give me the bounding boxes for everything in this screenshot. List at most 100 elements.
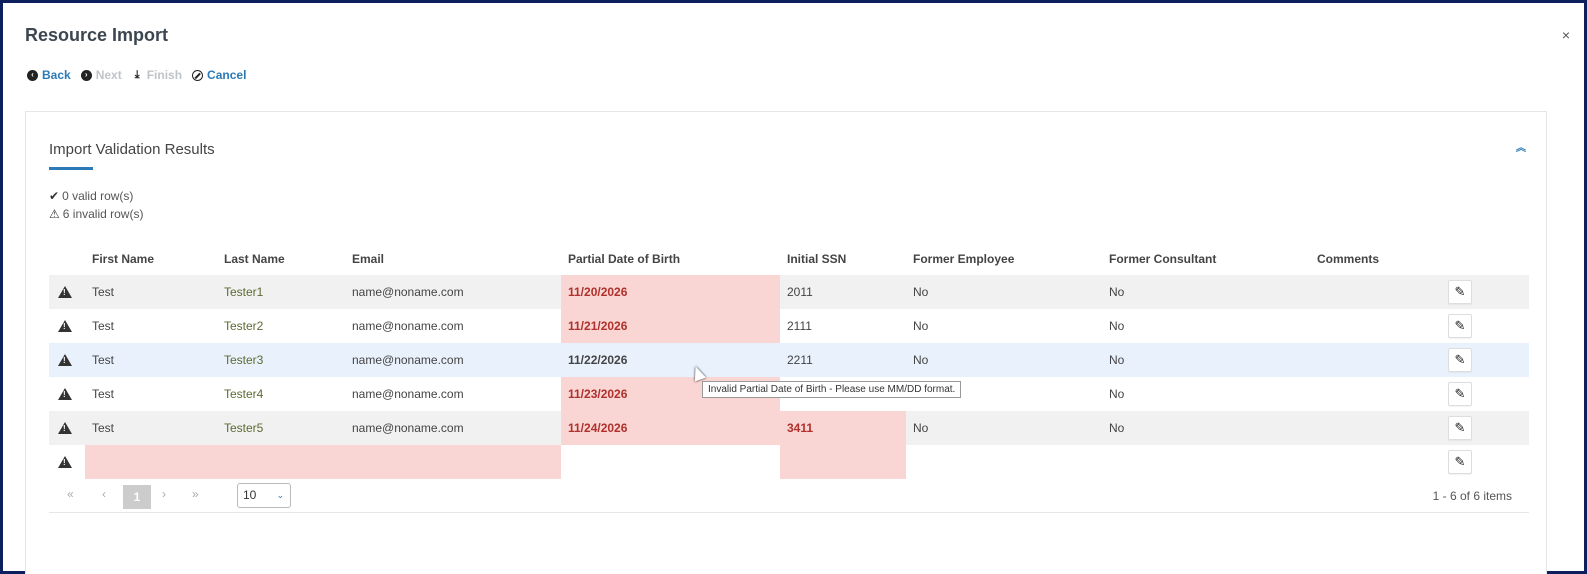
edit-row-button[interactable]: ✎ [1448, 416, 1472, 440]
column-header-comments[interactable]: Comments [1317, 252, 1379, 266]
cell-last-name: Tester2 [224, 319, 264, 333]
chevron-right-circle-icon: › [80, 69, 92, 81]
cell-first-name: Test [92, 387, 115, 401]
wizard-toolbar: ‹ Back › Next ⤓ Finish Cancel [27, 68, 246, 82]
table-row[interactable]: ✎ [49, 445, 1529, 479]
pencil-icon: ✎ [1454, 454, 1466, 469]
cell-partial-dob: 11/24/2026 [568, 421, 628, 435]
error-cell-highlight [85, 445, 561, 479]
check-icon: ✔ [49, 189, 60, 203]
column-header-former-consultant[interactable]: Former Consultant [1109, 252, 1216, 266]
dialog-title: Resource Import [25, 25, 169, 45]
pager-first-button[interactable]: « [67, 487, 74, 501]
pager-next-button[interactable]: › [162, 487, 166, 501]
column-header-partial-dob[interactable]: Partial Date of Birth [568, 252, 680, 266]
cell-partial-dob: 11/20/2026 [568, 285, 628, 299]
warning-icon [58, 456, 72, 468]
cell-partial-dob: 11/21/2026 [568, 319, 628, 333]
table-row[interactable]: Test Tester5 name@noname.com 11/24/2026 … [49, 411, 1529, 445]
back-button[interactable]: ‹ Back [27, 68, 71, 82]
pencil-icon: ✎ [1454, 284, 1466, 299]
finish-button[interactable]: ⤓ Finish [132, 68, 182, 82]
cell-former-consultant: No [1109, 387, 1125, 401]
validation-results-panel: Import Validation Results ︽ ✔ 0 valid ro… [25, 111, 1547, 574]
warning-icon [58, 320, 72, 332]
table-row[interactable]: Test Tester1 name@noname.com 11/20/2026 … [49, 275, 1529, 309]
edit-row-button[interactable]: ✎ [1448, 450, 1472, 474]
close-icon[interactable]: × [1562, 27, 1570, 43]
pager-prev-button[interactable]: ‹ [102, 487, 106, 501]
cancel-button[interactable]: Cancel [192, 68, 246, 82]
pager-last-button[interactable]: » [192, 487, 199, 501]
cell-email: name@noname.com [352, 353, 464, 367]
grid-pager: « ‹ 1 › » 10 ⌄ 1 - 6 of 6 items [49, 479, 1529, 513]
cell-email: name@noname.com [352, 421, 464, 435]
back-label: Back [42, 68, 71, 82]
edit-row-button[interactable]: ✎ [1448, 280, 1472, 304]
column-header-first-name[interactable]: First Name [92, 252, 154, 266]
pager-current-page[interactable]: 1 [123, 485, 151, 509]
edit-row-button[interactable]: ✎ [1448, 382, 1472, 406]
cell-former-consultant: No [1109, 285, 1125, 299]
cell-partial-dob: 11/23/2026 [568, 387, 628, 401]
warning-icon: ⚠ [49, 207, 60, 221]
panel-title-underline [49, 167, 93, 170]
error-cell-highlight [780, 445, 906, 479]
warning-icon [58, 388, 72, 400]
grid-header: First Name Last Name Email Partial Date … [49, 247, 1529, 275]
cell-initial-ssn: 2211 [787, 353, 813, 367]
pencil-icon: ✎ [1454, 318, 1466, 333]
cell-first-name: Test [92, 353, 115, 367]
cell-former-consultant: No [1109, 353, 1125, 367]
cell-initial-ssn: 2111 [787, 319, 812, 333]
page-size-select[interactable]: 10 ⌄ [237, 483, 291, 508]
cell-former-employee: No [913, 421, 929, 435]
warning-icon [58, 354, 72, 366]
cell-last-name: Tester5 [224, 421, 264, 435]
validation-tooltip: Invalid Partial Date of Birth - Please u… [702, 381, 962, 398]
cell-former-employee: No [913, 353, 929, 367]
column-header-initial-ssn[interactable]: Initial SSN [787, 252, 846, 266]
pencil-icon: ✎ [1454, 386, 1466, 401]
cell-first-name: Test [92, 421, 115, 435]
cell-former-employee: No [913, 285, 929, 299]
column-header-last-name[interactable]: Last Name [224, 252, 285, 266]
cell-last-name: Tester3 [224, 353, 264, 367]
cell-email: name@noname.com [352, 319, 464, 333]
chevron-down-icon: ⌄ [276, 490, 284, 500]
edit-row-button[interactable]: ✎ [1448, 314, 1472, 338]
cell-initial-ssn: 3411 [787, 421, 814, 435]
chevron-left-circle-icon: ‹ [27, 69, 38, 81]
table-row[interactable]: Test Tester2 name@noname.com 11/21/2026 … [49, 309, 1529, 343]
next-button[interactable]: › Next [80, 68, 122, 82]
cell-former-consultant: No [1109, 319, 1125, 333]
validation-summary: ✔ 0 valid row(s) ⚠ 6 invalid row(s) [49, 187, 143, 223]
cell-first-name: Test [92, 319, 115, 333]
pencil-icon: ✎ [1454, 420, 1466, 435]
cell-email: name@noname.com [352, 387, 464, 401]
next-label: Next [95, 68, 122, 82]
invalid-summary: ⚠ 6 invalid row(s) [49, 205, 143, 223]
download-icon: ⤓ [134, 68, 140, 81]
cell-former-employee: No [913, 319, 929, 333]
table-row[interactable]: Test Tester3 name@noname.com 11/22/2026 … [49, 343, 1529, 377]
invalid-rows-text: 6 invalid row(s) [62, 207, 144, 221]
pager-info: 1 - 6 of 6 items [1432, 489, 1512, 503]
cell-last-name: Tester4 [224, 387, 264, 401]
column-header-former-employee[interactable]: Former Employee [913, 252, 1014, 266]
edit-row-button[interactable]: ✎ [1448, 348, 1472, 372]
valid-rows-text: 0 valid row(s) [62, 189, 134, 203]
validation-grid: First Name Last Name Email Partial Date … [49, 247, 1529, 513]
page-size-value: 10 [243, 488, 257, 502]
cell-initial-ssn: 2011 [787, 285, 813, 299]
cancel-label: Cancel [207, 68, 247, 82]
warning-icon [58, 286, 72, 298]
resource-import-dialog: Resource Import × ‹ Back › Next ⤓ Finish… [3, 3, 1584, 574]
pencil-icon: ✎ [1454, 352, 1466, 367]
collapse-chevrons-up-icon[interactable]: ︽ [1516, 139, 1526, 154]
cell-partial-dob: 11/22/2026 [568, 353, 628, 367]
cell-email: name@noname.com [352, 285, 464, 299]
column-header-email[interactable]: Email [352, 252, 384, 266]
panel-title: Import Validation Results [49, 141, 215, 158]
cell-former-consultant: No [1109, 421, 1125, 435]
